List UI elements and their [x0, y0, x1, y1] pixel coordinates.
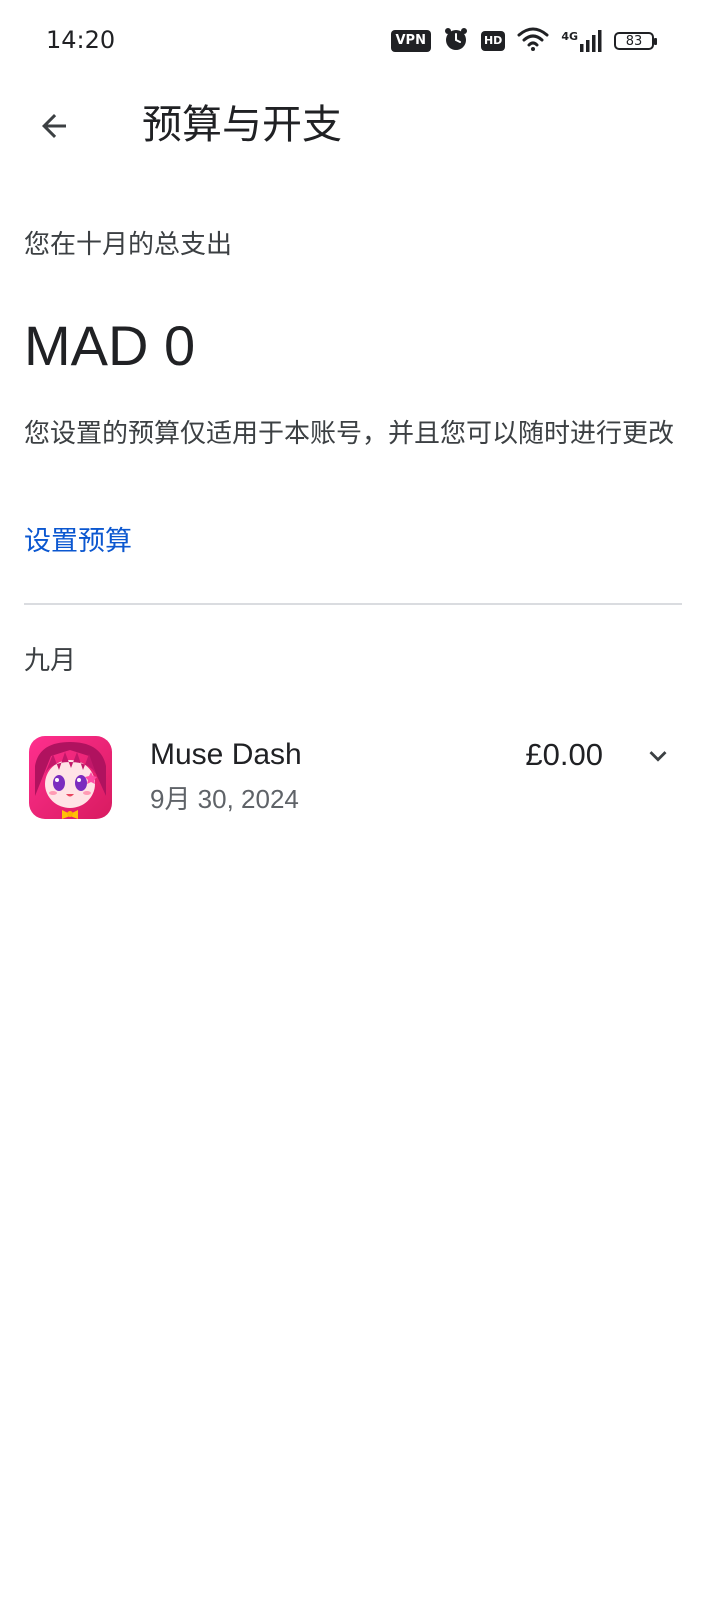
- battery-level: 83: [625, 33, 643, 49]
- signal-icon: 4G: [561, 30, 602, 52]
- month-total-label: 您在十月的总支出: [24, 230, 233, 260]
- network-type-label: 4G: [561, 30, 578, 43]
- purchase-date: 9月 30, 2024: [150, 784, 299, 814]
- back-button[interactable]: [24, 96, 84, 156]
- page-title: 预算与开支: [142, 102, 342, 148]
- vpn-icon: VPN: [390, 30, 431, 52]
- set-budget-link[interactable]: 设置预算: [24, 524, 132, 560]
- purchase-price: £0.00: [525, 737, 603, 772]
- alarm-icon: [443, 26, 469, 56]
- battery-icon: 83: [614, 32, 657, 50]
- divider: [24, 603, 682, 605]
- total-spend-amount: MAD 0: [24, 314, 196, 377]
- chevron-down-icon: [649, 751, 667, 762]
- arrow-left-icon: [42, 114, 66, 138]
- budget-note: 您设置的预算仅适用于本账号，并且您可以随时进行更改: [24, 419, 675, 449]
- section-month-title: 九月: [24, 646, 77, 676]
- app-name: Muse Dash: [150, 738, 302, 771]
- status-icons: VPN HD 4G 83: [390, 26, 657, 56]
- wifi-icon: [517, 27, 549, 55]
- expand-button[interactable]: [636, 734, 680, 778]
- status-bar: 14:20 VPN HD 4G 83: [0, 0, 720, 80]
- hd-icon: HD: [480, 31, 506, 51]
- purchase-row[interactable]: Muse Dash 9月 30, 2024 £0.00: [0, 720, 720, 840]
- muse-dash-app-icon: [29, 736, 112, 819]
- status-time: 14:20: [46, 26, 116, 54]
